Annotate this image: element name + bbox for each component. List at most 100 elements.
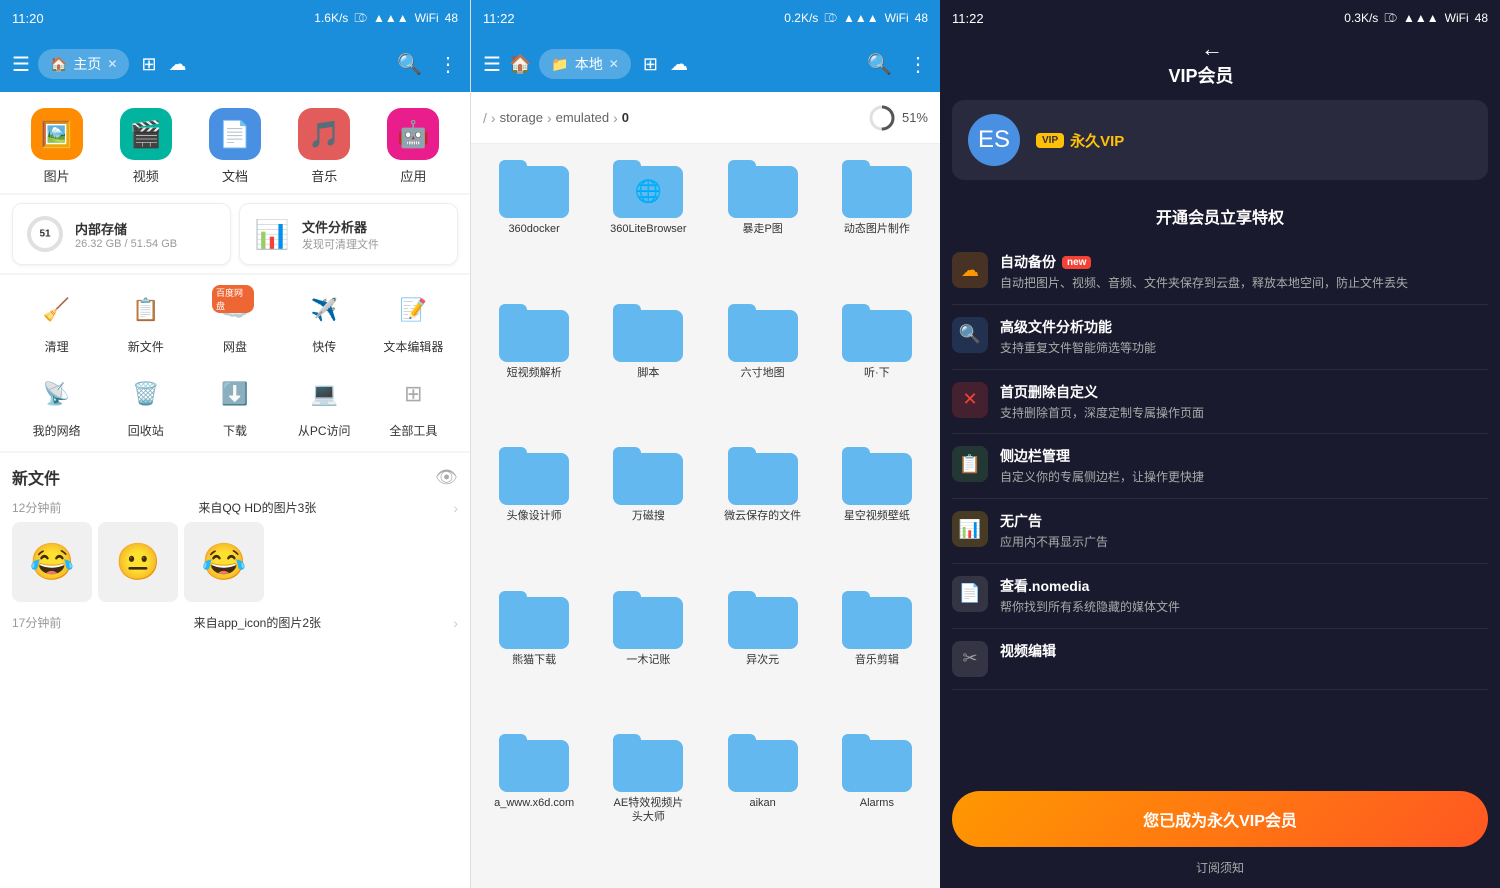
file-group-arrow-1: › [453, 500, 458, 516]
cat-video[interactable]: 🎬 视频 [101, 108, 190, 185]
folder-label: 异次元 [746, 653, 779, 667]
vip-sub-link[interactable]: 订阅须知 [940, 859, 1500, 876]
file-item[interactable]: 音乐剪辑 [822, 583, 932, 723]
file-item[interactable]: 🌐360LiteBrowser [593, 152, 703, 292]
eye-icon[interactable]: 👁 [435, 467, 458, 488]
time-3: 11:22 [952, 11, 984, 26]
file-item[interactable]: a_www.x6d.com [479, 726, 589, 880]
folder-icon [728, 304, 798, 362]
tool-clean[interactable]: 🧹 清理 [12, 287, 101, 355]
file-group-1[interactable]: 12分钟前 来自QQ HD的图片3张 › 😂 😐 😂 [12, 499, 458, 602]
internal-storage-card[interactable]: 51 内部存储 26.32 GB / 51.54 GB [12, 203, 231, 265]
more-button-2[interactable]: ⋮ [908, 52, 928, 77]
folder-label: 听·下 [864, 366, 890, 380]
tool-mynetwork[interactable]: 📡 我的网络 [12, 371, 101, 439]
cat-video-icon: 🎬 [120, 108, 172, 160]
perk-content-homepage-custom: 首页删除自定义支持删除首页，深度定制专属操作页面 [1000, 382, 1488, 422]
perk-item-nomedia[interactable]: 📄查看.nomedia帮你找到所有系统隐藏的媒体文件 [952, 564, 1488, 629]
vip-cta-button[interactable]: 您已成为永久VIP会员 [952, 791, 1488, 847]
status-bar-2: 11:22 0.2K/s ⎄ ▲▲▲ WiFi 48 [471, 0, 940, 36]
perk-item-sidebar-manage[interactable]: 📋侧边栏管理自定义你的专属侧边栏，让操作更快捷 [952, 434, 1488, 499]
file-item[interactable]: 动态图片制作 [822, 152, 932, 292]
back-button[interactable]: ← [1201, 36, 1223, 62]
perk-content-file-analysis: 高级文件分析功能支持重复文件智能筛选等功能 [1000, 317, 1488, 357]
perk-item-homepage-custom[interactable]: ✕首页删除自定义支持删除首页，深度定制专属操作页面 [952, 370, 1488, 435]
perk-name-sidebar-manage: 侧边栏管理 [1000, 446, 1488, 466]
file-item[interactable]: 星空视频壁纸 [822, 439, 932, 579]
perk-desc-homepage-custom: 支持删除首页，深度定制专属操作页面 [1000, 405, 1488, 422]
tool-texteditor[interactable]: 📝 文本编辑器 [369, 287, 458, 355]
menu-icon-1[interactable]: ☰ [12, 52, 30, 77]
file-item[interactable]: 短视频解析 [479, 296, 589, 436]
tool-download[interactable]: ⬇️ 下载 [190, 371, 279, 439]
perk-name-text: 查看.nomedia [1000, 576, 1089, 596]
vip-perks-title: 开通会员立享特权 [940, 204, 1500, 228]
status-indicators-3: 0.3K/s ⎄ ▲▲▲ WiFi 48 [1344, 11, 1488, 26]
network-speed-3: 0.3K/s [1344, 11, 1378, 25]
file-group-2[interactable]: 17分钟前 来自app_icon的图片2张 › [12, 614, 458, 631]
local-tab[interactable]: 📁 本地 ✕ [539, 49, 631, 79]
file-item[interactable]: 万磁搜 [593, 439, 703, 579]
storage-percent: 51 [39, 229, 50, 240]
cloud-icon-nav[interactable]: ☁ [169, 54, 187, 75]
storage-sub: 26.32 GB / 51.54 GB [75, 238, 177, 250]
tool-newfile[interactable]: 📋 新文件 [101, 287, 190, 355]
file-item[interactable]: 360docker [479, 152, 589, 292]
cat-apps[interactable]: 🤖 应用 [369, 108, 458, 185]
file-item[interactable]: 六寸地图 [708, 296, 818, 436]
file-item[interactable]: aikan [708, 726, 818, 880]
home-tab[interactable]: 🏠 主页 ✕ [38, 49, 130, 79]
cat-photos-icon: 🖼️ [31, 108, 83, 160]
tool-quicksend[interactable]: ✈️ 快传 [280, 287, 369, 355]
perk-name-file-analysis: 高级文件分析功能 [1000, 317, 1488, 337]
perk-item-auto-backup[interactable]: ☁自动备份new自动把图片、视频、音频、文件夹保存到云盘，释放本地空间，防止文件… [952, 240, 1488, 305]
search-button-2[interactable]: 🔍 [867, 52, 892, 77]
file-item[interactable]: 异次元 [708, 583, 818, 723]
search-button-1[interactable]: 🔍 [397, 52, 422, 77]
tool-recycle[interactable]: 🗑️ 回收站 [101, 371, 190, 439]
cat-photos[interactable]: 🖼️ 图片 [12, 108, 101, 185]
menu-icon-2[interactable]: ☰ [483, 52, 501, 77]
tool-recycle-icon: 🗑️ [123, 371, 169, 417]
home-tab-close[interactable]: ✕ [107, 57, 117, 71]
file-item[interactable]: 微云保存的文件 [708, 439, 818, 579]
tool-download-icon: ⬇️ [212, 371, 258, 417]
panel-files: 11:22 0.2K/s ⎄ ▲▲▲ WiFi 48 ☰ 🏠 📁 本地 ✕ ⊞ … [470, 0, 940, 888]
cat-docs[interactable]: 📄 文档 [190, 108, 279, 185]
more-button-1[interactable]: ⋮ [438, 52, 458, 77]
local-tab-close[interactable]: ✕ [609, 57, 619, 71]
perk-item-file-analysis[interactable]: 🔍高级文件分析功能支持重复文件智能筛选等功能 [952, 305, 1488, 370]
perk-name-text: 首页删除自定义 [1000, 382, 1098, 402]
file-item[interactable]: Alarms [822, 726, 932, 880]
network-speed-2: 0.2K/s [784, 11, 818, 25]
file-item[interactable]: 暴走P图 [708, 152, 818, 292]
breadcrumb-0[interactable]: 0 [622, 110, 629, 125]
breadcrumb-root[interactable]: / [483, 110, 487, 126]
breadcrumb-storage[interactable]: storage [500, 110, 543, 125]
perk-desc-file-analysis: 支持重复文件智能筛选等功能 [1000, 340, 1488, 357]
breadcrumb-emulated[interactable]: emulated [556, 110, 609, 125]
file-item[interactable]: 脚本 [593, 296, 703, 436]
perk-name-video-edit: 视频编辑 [1000, 641, 1488, 661]
folder-label: Alarms [860, 796, 894, 810]
file-analyzer-card[interactable]: 📊 文件分析器 发现可清理文件 [239, 203, 458, 265]
tool-alltools[interactable]: ⊞ 全部工具 [369, 371, 458, 439]
file-group-source-2: 来自app_icon的图片2张 [194, 614, 321, 631]
file-item[interactable]: 熊猫下载 [479, 583, 589, 723]
home-nav-icon-2[interactable]: 🏠 [509, 54, 531, 75]
cloud-nav-2[interactable]: ☁ [670, 54, 688, 75]
file-item[interactable]: AE特效视频片头大师 [593, 726, 703, 880]
status-indicators-2: 0.2K/s ⎄ ▲▲▲ WiFi 48 [784, 11, 928, 26]
perk-item-video-edit[interactable]: ✂视频编辑 [952, 629, 1488, 690]
perk-item-no-ads[interactable]: 📊无广告应用内不再显示广告 [952, 499, 1488, 564]
file-item[interactable]: 头像设计师 [479, 439, 589, 579]
file-item[interactable]: 听·下 [822, 296, 932, 436]
tab-add-icon-2[interactable]: ⊞ [643, 54, 658, 75]
tool-pcaccess[interactable]: 💻 从PC访问 [280, 371, 369, 439]
file-item[interactable]: 一木记账 [593, 583, 703, 723]
wifi-icon-2: WiFi [885, 11, 909, 25]
tab-add-icon[interactable]: ⊞ [141, 54, 156, 75]
tool-netdisk[interactable]: ☁️ 百度网盘 网盘 [190, 287, 279, 355]
cat-music[interactable]: 🎵 音乐 [280, 108, 369, 185]
tool-newfile-label: 新文件 [128, 338, 164, 355]
